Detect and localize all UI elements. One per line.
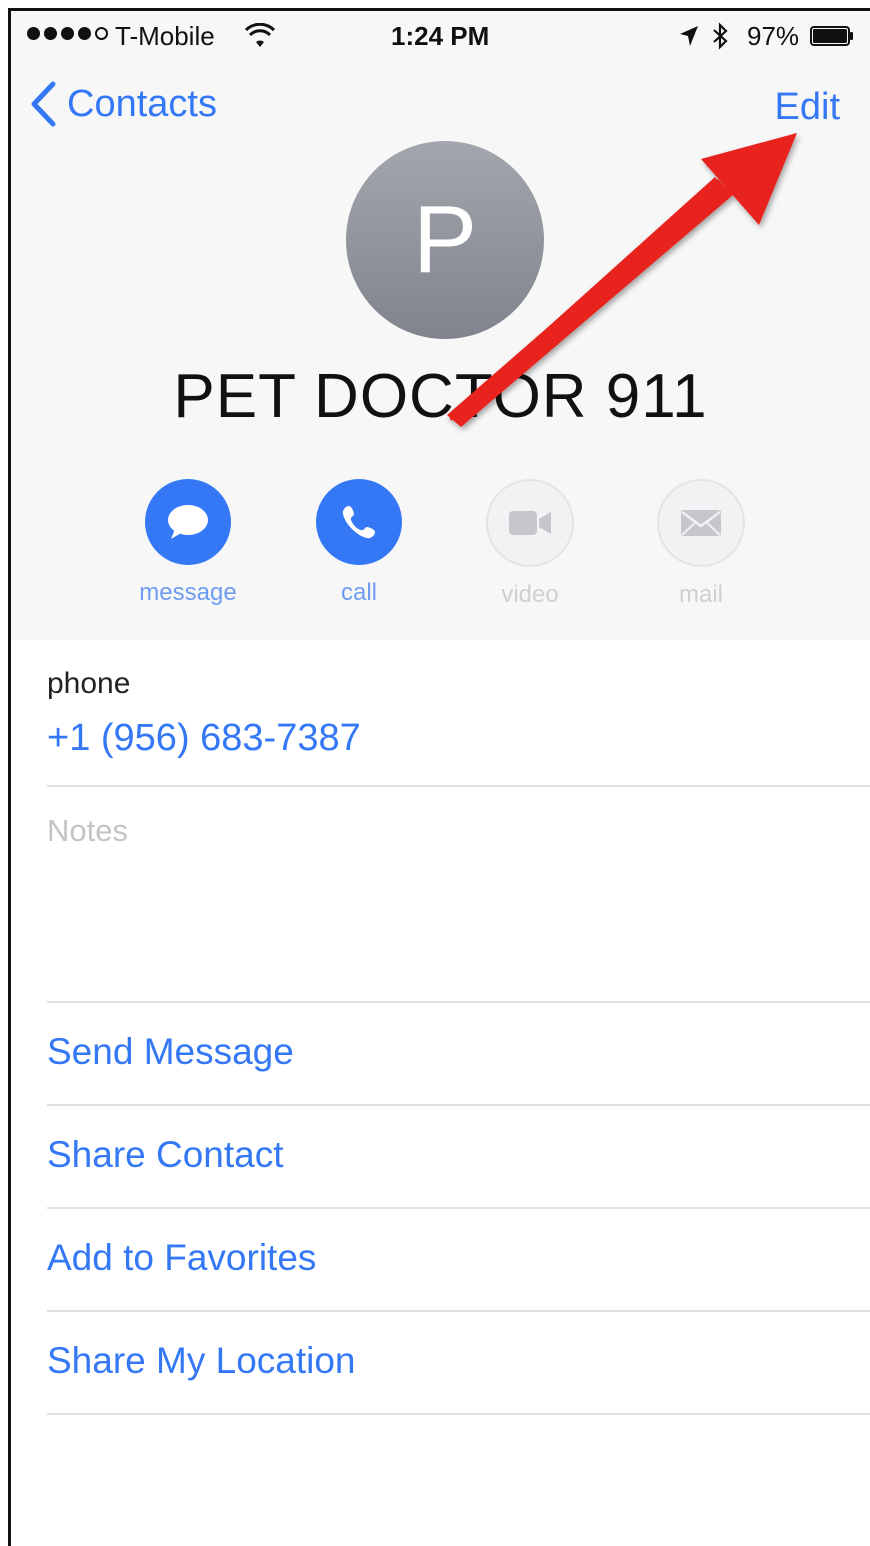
phone-number-link[interactable]: +1 (956) 683-7387 bbox=[47, 717, 361, 760]
mail-action-label: mail bbox=[678, 581, 723, 608]
contact-name: PET DOCTOR 911 bbox=[173, 362, 708, 431]
add-to-favorites-link[interactable]: Add to Favorites bbox=[47, 1237, 316, 1279]
status-bar: T-Mobile 1:24 PM 97% bbox=[11, 11, 870, 61]
video-camera-icon bbox=[509, 511, 551, 535]
notes-field[interactable]: Notes bbox=[47, 813, 128, 849]
divider bbox=[47, 1413, 870, 1415]
envelope-icon bbox=[681, 510, 721, 536]
bluetooth-icon bbox=[713, 22, 728, 50]
wifi-icon bbox=[245, 23, 275, 47]
divider bbox=[47, 1104, 870, 1106]
contact-detail-screen: T-Mobile 1:24 PM 97% Contacts Edit P PET… bbox=[11, 11, 870, 1546]
divider bbox=[47, 1207, 870, 1209]
phone-handset-icon bbox=[342, 506, 375, 539]
message-bubble-icon bbox=[168, 505, 208, 539]
send-message-link[interactable]: Send Message bbox=[47, 1031, 294, 1073]
divider bbox=[47, 785, 870, 787]
video-action-label: video bbox=[501, 581, 559, 608]
battery-icon bbox=[810, 26, 853, 46]
video-action-button[interactable]: video bbox=[465, 479, 595, 609]
share-my-location-link[interactable]: Share My Location bbox=[47, 1340, 356, 1382]
carrier-name: T-Mobile bbox=[115, 21, 215, 51]
phone-field-label: phone bbox=[47, 667, 131, 700]
share-contact-link[interactable]: Share Contact bbox=[47, 1134, 284, 1176]
chevron-left-icon bbox=[31, 81, 56, 127]
mail-action-button[interactable]: mail bbox=[636, 479, 766, 609]
back-button-label: Contacts bbox=[67, 82, 217, 125]
message-action-label: message bbox=[139, 579, 237, 606]
message-action-button[interactable]: message bbox=[123, 479, 253, 607]
call-action-button[interactable]: call bbox=[294, 479, 424, 607]
divider bbox=[47, 1001, 870, 1003]
signal-strength-icon bbox=[27, 27, 108, 40]
avatar: P bbox=[346, 141, 544, 339]
edit-button[interactable]: Edit bbox=[775, 86, 840, 129]
status-time: 1:24 PM bbox=[391, 21, 490, 51]
divider bbox=[47, 1310, 870, 1312]
location-arrow-icon bbox=[680, 26, 698, 46]
call-action-label: call bbox=[340, 579, 377, 606]
avatar-initial: P bbox=[412, 186, 478, 293]
battery-percentage: 97% bbox=[747, 21, 800, 51]
back-button[interactable]: Contacts bbox=[29, 81, 217, 127]
